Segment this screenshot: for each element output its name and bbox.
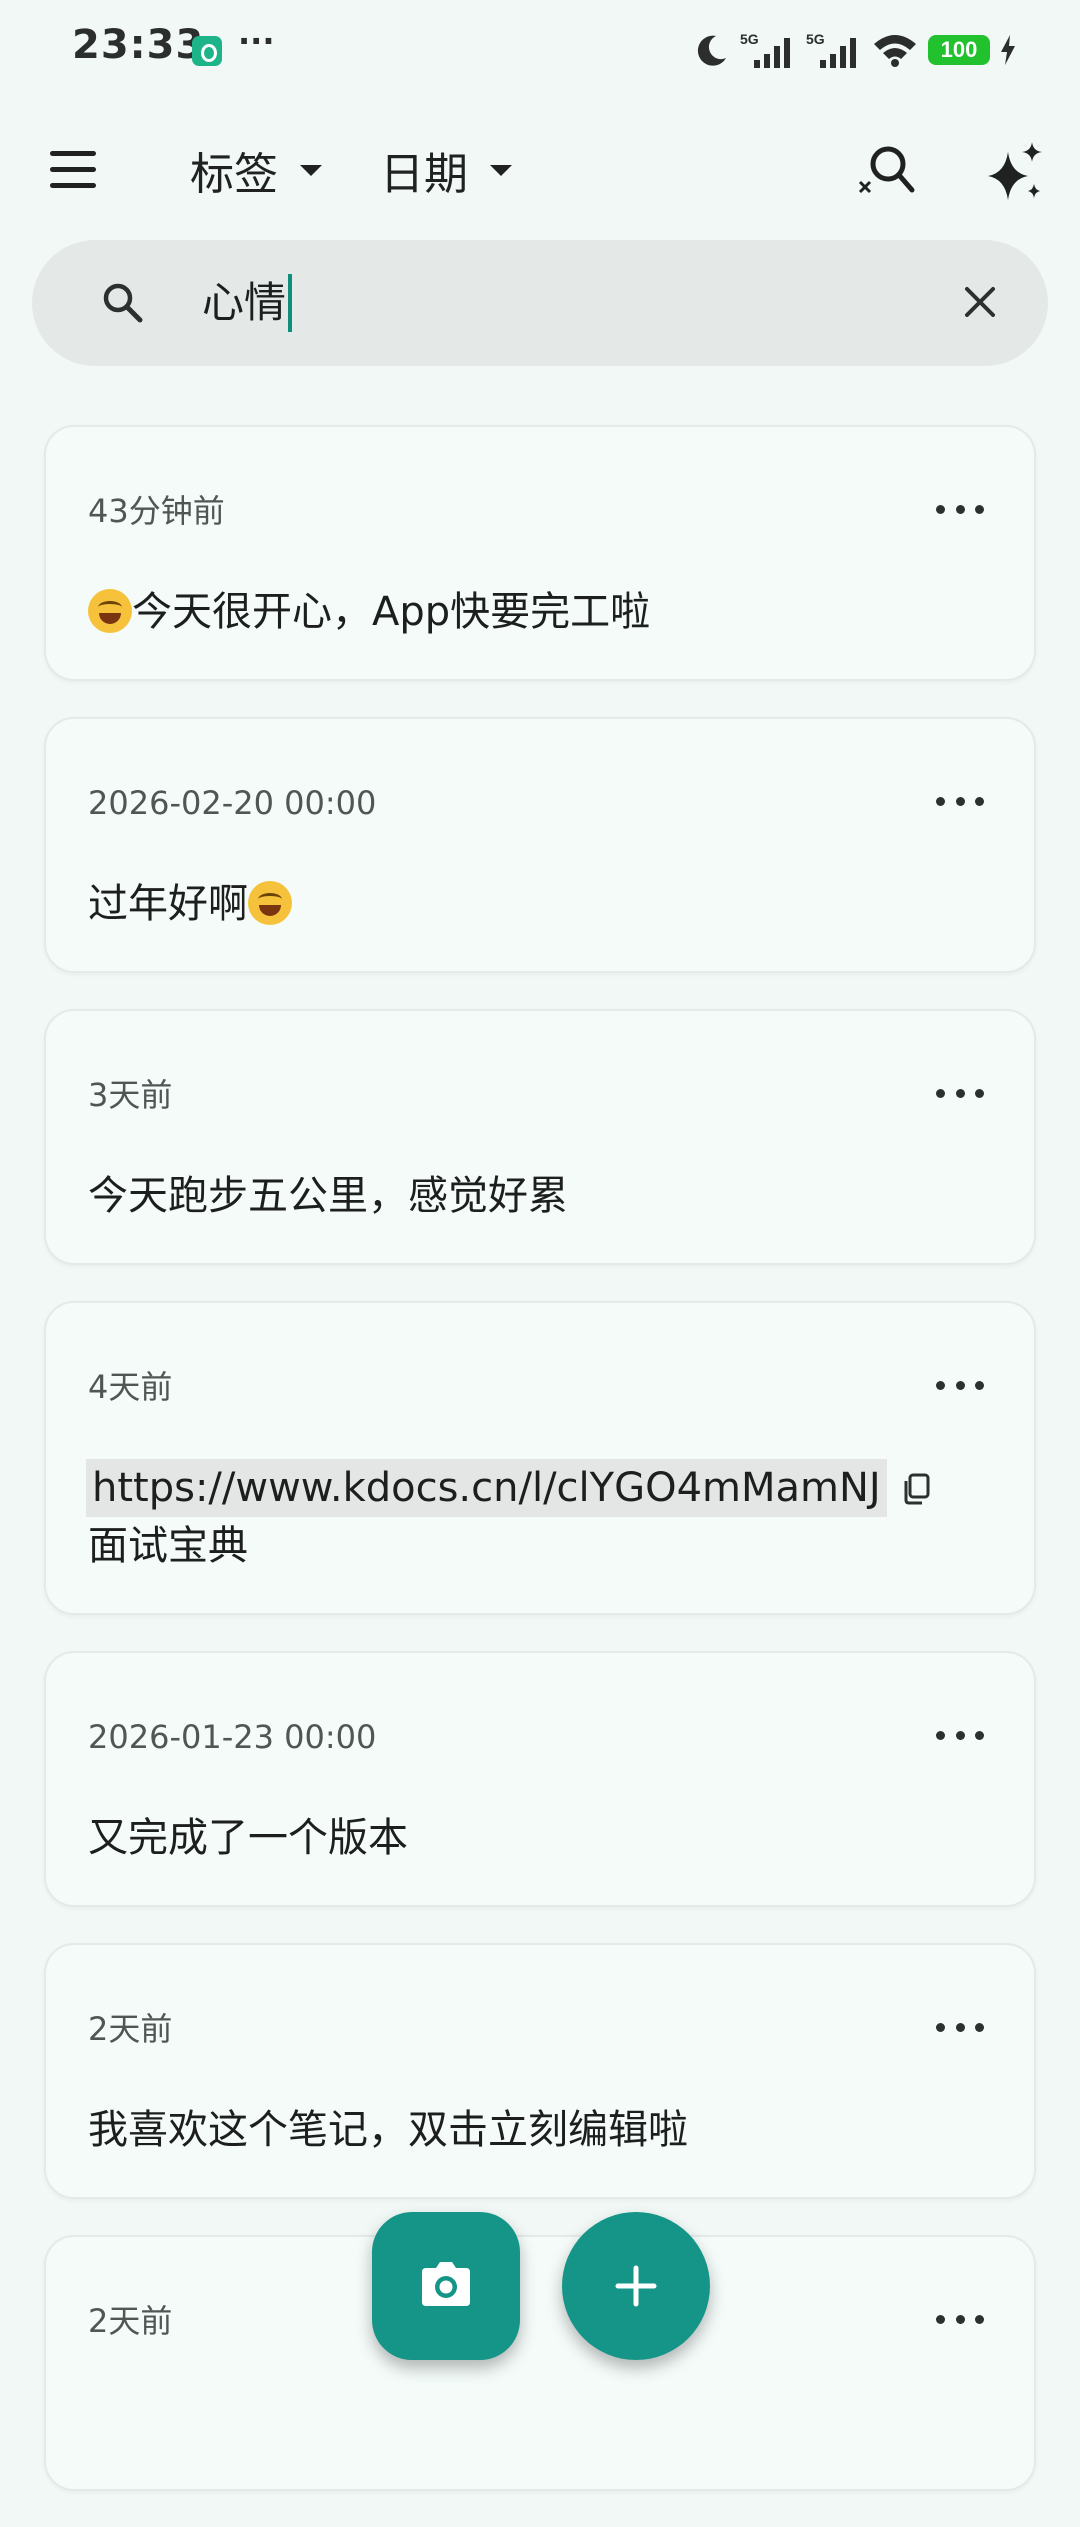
wifi-icon	[874, 35, 916, 67]
menu-button[interactable]	[44, 142, 104, 198]
date-filter-dropdown[interactable]: 日期	[380, 140, 512, 200]
charging-bolt-icon	[1001, 35, 1015, 65]
more-dot	[975, 2314, 984, 2324]
more-dot	[936, 1088, 945, 1098]
more-dot	[975, 796, 984, 806]
more-dot	[955, 2314, 965, 2324]
more-options-button[interactable]	[936, 781, 984, 821]
more-dot	[936, 2022, 945, 2032]
status-bar: 23:33 ··· 5G 5G 100	[0, 0, 1080, 100]
do-not-disturb-moon-icon	[697, 35, 726, 66]
note-timestamp: 2026-02-20 00:00	[88, 784, 377, 822]
more-notifications-icon: ···	[238, 22, 275, 60]
more-dot	[955, 1730, 965, 1740]
note-text: 我喜欢这个笔记，双击立刻编辑啦	[88, 2101, 992, 2159]
advanced-search-icon[interactable]	[854, 140, 918, 204]
more-dot	[975, 2022, 984, 2032]
note-content: 今天很开心，App快要完工啦	[132, 589, 651, 635]
more-dot	[936, 2314, 945, 2324]
search-input[interactable]: 心情	[202, 268, 293, 338]
more-dot	[975, 504, 984, 514]
status-icons: 5G 5G 100	[694, 28, 1016, 72]
note-timestamp: 2天前	[88, 2302, 173, 2340]
network-type-label: 5G	[806, 31, 825, 47]
note-text: 今天很开心，App快要完工啦	[88, 583, 992, 641]
note-list: 43分钟前 今天很开心，App快要完工啦 2026-02-20 00:00 过年…	[44, 425, 1036, 2527]
camera-icon	[422, 2262, 470, 2306]
more-dot	[955, 1088, 965, 1098]
add-note-button[interactable]	[562, 2212, 710, 2360]
note-card[interactable]: 2026-02-20 00:00 过年好啊	[44, 717, 1036, 973]
more-dot	[936, 1730, 945, 1740]
note-card[interactable]: 2天前 我喜欢这个笔记，双击立刻编辑啦	[44, 1943, 1036, 2199]
battery-indicator: 100	[928, 35, 990, 65]
sparkle-icon[interactable]	[984, 140, 1048, 204]
more-options-button[interactable]	[936, 1715, 984, 1755]
more-dot	[975, 1730, 984, 1740]
menu-icon-bar	[50, 151, 96, 156]
note-text: https://www.kdocs.cn/l/clYGO4mMamNJ 面试宝典	[86, 1459, 992, 1575]
grinning-emoji-icon	[248, 881, 292, 925]
copy-icon[interactable]	[899, 1471, 935, 1507]
note-card[interactable]: 2天前	[44, 2235, 1036, 2491]
note-timestamp: 3天前	[88, 1076, 173, 1114]
signal-5g-icon: 5G	[740, 31, 790, 68]
note-text: 过年好啊	[88, 875, 992, 933]
note-content: 又完成了一个版本	[88, 1815, 408, 1861]
search-query-text: 心情	[202, 278, 287, 327]
more-options-button[interactable]	[936, 2007, 984, 2047]
more-dot	[975, 1088, 984, 1098]
note-link[interactable]: https://www.kdocs.cn/l/clYGO4mMamNJ	[86, 1459, 887, 1517]
status-time: 23:33	[72, 22, 205, 68]
menu-icon-bar	[50, 183, 96, 188]
more-dot	[936, 1380, 945, 1390]
chevron-down-icon	[490, 164, 512, 176]
note-timestamp: 4天前	[88, 1368, 173, 1406]
more-options-button[interactable]	[936, 2299, 984, 2339]
tag-filter-label: 标签	[190, 149, 278, 200]
text-cursor	[288, 273, 293, 332]
camera-button[interactable]	[372, 2212, 520, 2360]
grinning-emoji-icon	[88, 589, 132, 633]
note-text: 今天跑步五公里，感觉好累	[88, 1167, 992, 1225]
top-app-bar: 标签 日期	[0, 120, 1080, 220]
note-card[interactable]: 4天前 https://www.kdocs.cn/l/clYGO4mMamNJ …	[44, 1301, 1036, 1615]
note-content: 我喜欢这个笔记，双击立刻编辑啦	[88, 2107, 688, 2153]
note-content: 今天跑步五公里，感觉好累	[88, 1173, 568, 1219]
note-card[interactable]: 43分钟前 今天很开心，App快要完工啦	[44, 425, 1036, 681]
note-content: 面试宝典	[88, 1523, 248, 1569]
search-bar[interactable]: 心情	[32, 240, 1048, 366]
more-options-button[interactable]	[936, 1365, 984, 1405]
plus-icon	[615, 2265, 657, 2307]
note-timestamp: 2天前	[88, 2010, 173, 2048]
network-type-label: 5G	[740, 31, 759, 47]
chevron-down-icon	[300, 164, 322, 176]
more-dot	[936, 796, 945, 806]
more-dot	[936, 504, 945, 514]
note-card[interactable]: 3天前 今天跑步五公里，感觉好累	[44, 1009, 1036, 1265]
close-icon[interactable]	[956, 278, 1004, 326]
more-dot	[955, 796, 965, 806]
search-icon	[103, 283, 143, 323]
more-dot	[955, 2022, 965, 2032]
more-dot	[955, 504, 965, 514]
more-dot	[975, 1380, 984, 1390]
note-text: 又完成了一个版本	[88, 1809, 992, 1867]
more-options-button[interactable]	[936, 1073, 984, 1113]
app-notification-icon	[192, 36, 222, 66]
date-filter-label: 日期	[380, 149, 468, 200]
more-dot	[955, 1380, 965, 1390]
note-timestamp: 43分钟前	[88, 492, 225, 530]
menu-icon-bar	[50, 167, 96, 172]
note-timestamp: 2026-01-23 00:00	[88, 1718, 377, 1756]
more-options-button[interactable]	[936, 489, 984, 529]
signal-5g-icon: 5G	[806, 31, 856, 68]
note-card[interactable]: 2026-01-23 00:00 又完成了一个版本	[44, 1651, 1036, 1907]
tag-filter-dropdown[interactable]: 标签	[190, 140, 322, 200]
note-content: 过年好啊	[88, 881, 248, 927]
